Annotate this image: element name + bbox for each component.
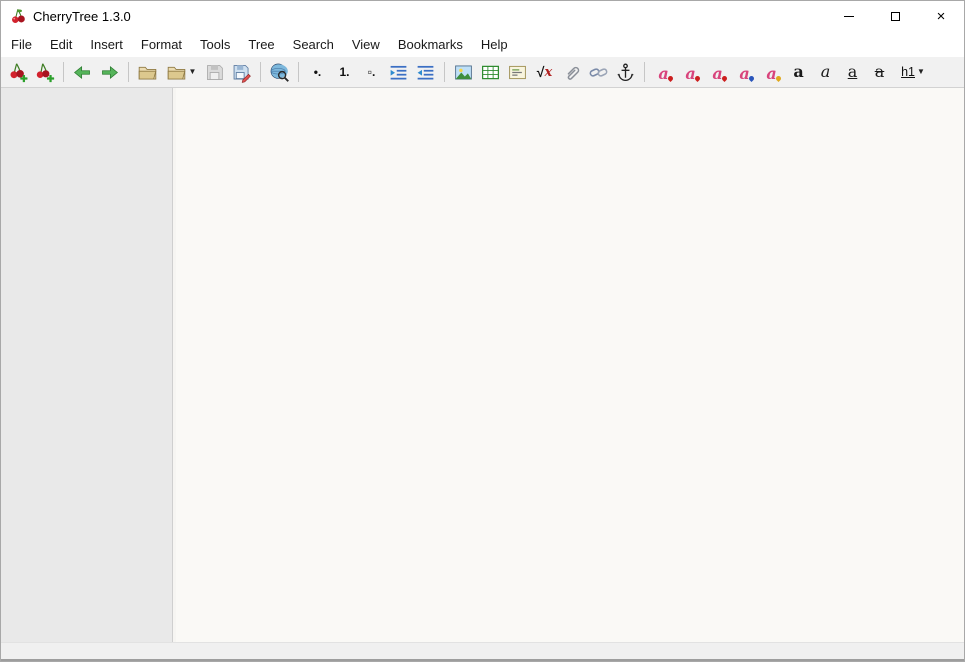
menu-help[interactable]: Help <box>472 33 517 56</box>
recent-dropdown-icon: ▼ <box>188 67 197 76</box>
formula-x-icon: x <box>544 64 553 80</box>
monospace-button[interactable]: a <box>758 59 785 85</box>
insert-formula-button[interactable]: √ x <box>531 59 558 85</box>
node-tree-panel[interactable] <box>1 88 173 642</box>
save-button[interactable] <box>201 59 228 85</box>
titlebar: CherryTree 1.3.0 × <box>1 1 964 31</box>
open-recent-button[interactable]: ▼ <box>161 59 201 85</box>
go-forward-button[interactable] <box>96 59 123 85</box>
codebox-icon <box>509 65 526 79</box>
menu-bookmarks[interactable]: Bookmarks <box>389 33 472 56</box>
insert-anchor-button[interactable] <box>612 59 639 85</box>
link-icon <box>589 67 608 77</box>
save-as-button[interactable] <box>228 59 255 85</box>
remove-formatting-icon: a <box>682 62 701 83</box>
indent-right-button[interactable] <box>385 59 412 85</box>
numbered-list-button[interactable]: 1. <box>331 59 358 85</box>
menu-insert[interactable]: Insert <box>81 33 132 56</box>
new-subnode-button[interactable] <box>31 59 58 85</box>
attach-file-button[interactable] <box>558 59 585 85</box>
image-icon <box>455 65 472 79</box>
find-button[interactable] <box>266 59 293 85</box>
insert-table-button[interactable] <box>477 59 504 85</box>
toolbar-separator <box>63 62 64 82</box>
remove-formatting-button[interactable]: a <box>677 59 704 85</box>
bullet-list-button[interactable]: •. <box>304 59 331 85</box>
menu-edit[interactable]: Edit <box>41 33 81 56</box>
foreground-color-icon: a <box>709 62 728 83</box>
minimize-icon <box>844 15 854 17</box>
bold-button[interactable]: a <box>785 59 812 85</box>
bold-icon: a <box>793 62 804 81</box>
numbered-list-icon: 1. <box>339 65 350 79</box>
heading-dropdown-icon: ▼ <box>916 67 925 76</box>
text-editor-area[interactable] <box>176 88 964 642</box>
close-icon: × <box>936 7 946 25</box>
background-color-button[interactable]: a <box>731 59 758 85</box>
toolbar-separator <box>128 62 129 82</box>
italic-icon: a <box>820 62 831 81</box>
indent-left-button[interactable] <box>412 59 439 85</box>
maximize-button[interactable] <box>872 1 918 31</box>
menu-tools[interactable]: Tools <box>191 33 239 56</box>
save-floppy-icon <box>207 64 223 80</box>
insert-link-button[interactable] <box>585 59 612 85</box>
underline-button[interactable]: a <box>839 59 866 85</box>
main-area <box>1 88 964 642</box>
foreground-color-button[interactable]: a <box>704 59 731 85</box>
open-file-button[interactable] <box>134 59 161 85</box>
window-bottom-edge <box>1 659 964 661</box>
strikethrough-button[interactable]: a <box>866 59 893 85</box>
strikethrough-icon: a <box>874 62 885 81</box>
monospace-icon: a <box>763 62 782 83</box>
window-controls: × <box>826 1 964 31</box>
heading-1-button[interactable]: h1 ▼ <box>893 59 933 85</box>
menu-view[interactable]: View <box>343 33 389 56</box>
menu-file[interactable]: File <box>2 33 41 56</box>
indent-left-icon <box>417 65 434 79</box>
toolbar: ▼ •. 1. ▫. √ x a a a a a a a a a h1 ▼ <box>1 57 964 88</box>
background-color-icon: a <box>736 62 755 83</box>
new-node-button[interactable] <box>4 59 31 85</box>
cherry-plus-icon <box>10 62 28 82</box>
bullet-list-icon: •. <box>313 65 322 79</box>
save-as-icon <box>233 64 251 83</box>
menu-search[interactable]: Search <box>284 33 343 56</box>
menu-format[interactable]: Format <box>132 33 191 56</box>
statusbar <box>1 642 964 659</box>
menubar: File Edit Insert Format Tools Tree Searc… <box>1 31 964 57</box>
window-title: CherryTree 1.3.0 <box>33 8 131 24</box>
todo-list-button[interactable]: ▫. <box>358 59 385 85</box>
underline-icon: a <box>847 62 858 81</box>
forward-arrow-icon <box>102 65 118 79</box>
todo-list-icon: ▫. <box>367 65 376 79</box>
back-arrow-icon <box>74 65 90 79</box>
menu-tree[interactable]: Tree <box>239 33 283 56</box>
search-globe-icon <box>270 63 289 82</box>
insert-codebox-button[interactable] <box>504 59 531 85</box>
format-latest-icon: a <box>655 62 674 83</box>
open-folder-icon <box>167 66 185 79</box>
italic-button[interactable]: a <box>812 59 839 85</box>
toolbar-separator <box>444 62 445 82</box>
toolbar-separator <box>298 62 299 82</box>
table-icon <box>482 65 499 79</box>
cherry-subnode-plus-icon <box>36 62 55 82</box>
insert-image-button[interactable] <box>450 59 477 85</box>
cherrytree-logo-icon <box>9 7 27 25</box>
minimize-button[interactable] <box>826 1 872 31</box>
format-latest-button[interactable]: a <box>650 59 677 85</box>
heading-1-icon: h1 <box>901 64 915 79</box>
maximize-icon <box>890 11 900 21</box>
close-button[interactable]: × <box>918 1 964 31</box>
paperclip-icon <box>567 66 580 80</box>
anchor-icon <box>617 63 634 81</box>
go-back-button[interactable] <box>69 59 96 85</box>
toolbar-separator <box>260 62 261 82</box>
toolbar-separator <box>644 62 645 82</box>
indent-right-icon <box>390 65 407 79</box>
open-folder-icon <box>138 66 157 79</box>
